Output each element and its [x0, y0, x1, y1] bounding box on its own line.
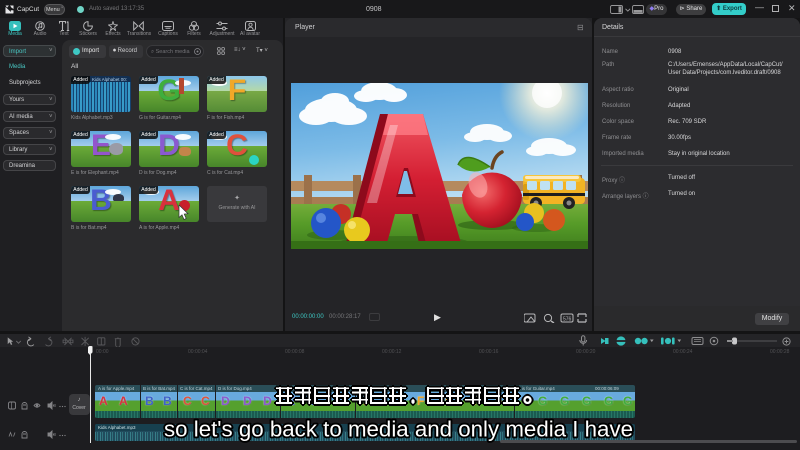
svg-text:576: 576 [563, 317, 572, 323]
svg-text:so let's go back to media and: so let's go back to media and only media… [164, 417, 633, 442]
